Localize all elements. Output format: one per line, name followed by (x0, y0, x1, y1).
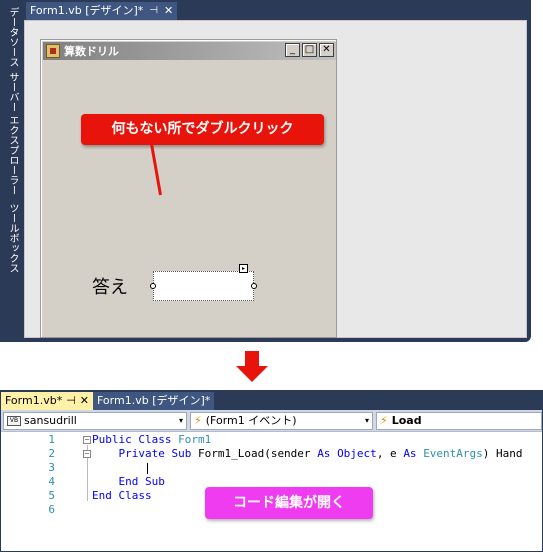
code-token: Form1_Load(sender (197, 447, 318, 460)
tab-form1-design[interactable]: Form1.vb [デザイン]* ⊣ ✕ (26, 2, 178, 20)
side-tab-toolbox[interactable]: ツールボックス (0, 198, 24, 278)
designer-tab-bar: Form1.vb [デザイン]* ⊣ ✕ (24, 0, 531, 20)
code-token: As (403, 447, 424, 460)
code-token: EventArgs (423, 447, 483, 460)
line-number: 2 (48, 447, 55, 460)
object-dropdown[interactable]: ⚡ (Form1 イベント) ▾ (190, 412, 373, 430)
pin-icon[interactable]: ⊣ (66, 392, 76, 410)
code-text: End Class (92, 489, 152, 503)
smart-tag-icon[interactable]: ▸ (239, 264, 248, 273)
code-nav-bar: VB sansudrill ▾ ⚡ (Form1 イベント) ▾ ⚡ Load (1, 410, 542, 432)
event-bolt-icon: ⚡ (380, 414, 388, 427)
side-tool-strip: データソース サーバー エクスプローラー ツールボックス (0, 0, 24, 342)
event-dropdown[interactable]: ⚡ Load (376, 412, 542, 430)
app-icon (46, 44, 60, 58)
code-token: Public Class (92, 433, 179, 446)
object-name: (Form1 イベント) (205, 414, 297, 427)
resize-handle-right[interactable] (251, 283, 257, 289)
form-titlebar[interactable]: 算数ドリル _ □ ✕ (43, 42, 336, 60)
code-token: , e (376, 447, 404, 460)
code-token: As (317, 447, 338, 460)
vb-icon: VB (7, 416, 21, 426)
chevron-down-icon: ▾ (178, 416, 183, 425)
tab-form1-code[interactable]: Form1.vb* ⊣ ✕ (1, 392, 94, 410)
event-name: Load (391, 414, 422, 427)
side-tab-server-explorer[interactable]: サーバー エクスプローラー (0, 72, 24, 196)
code-token: Form1 (178, 433, 212, 446)
code-line[interactable]: 1 − Public Class Form1 (1, 433, 542, 447)
line-number: 3 (48, 461, 55, 474)
callout-double-click: 何もない所でダブルクリック (81, 114, 324, 145)
code-line[interactable]: 3 (1, 461, 542, 475)
tab-form1-design[interactable]: Form1.vb [デザイン]* (93, 392, 215, 410)
maximize-button[interactable]: □ (302, 43, 317, 57)
tab-title: Form1.vb [デザイン]* (97, 394, 211, 407)
collapse-icon[interactable]: − (83, 436, 91, 444)
code-editor-window: Form1.vb* ⊣ ✕ Form1.vb [デザイン]* VB sansud… (0, 390, 543, 552)
line-number: 5 (48, 489, 55, 502)
code-text: Private Sub Form1_Load(sender As Object,… (92, 447, 523, 461)
code-token: End Class (92, 489, 152, 502)
answer-label: 答え (92, 277, 128, 298)
line-number: 1 (48, 433, 55, 446)
event-bolt-icon: ⚡ (194, 414, 202, 427)
minimize-button[interactable]: _ (285, 43, 300, 57)
close-icon[interactable]: ✕ (164, 2, 173, 20)
callout-code-opens: コード編集が開く (205, 487, 373, 519)
answer-textbox[interactable] (153, 271, 254, 301)
line-number: 4 (48, 475, 55, 488)
pin-icon[interactable]: ⊣ (149, 2, 158, 20)
code-line[interactable]: 2 − Private Sub Form1_Load(sender As Obje… (1, 447, 542, 461)
side-tab-datasource[interactable]: データソース (0, 4, 24, 70)
text-caret (147, 463, 148, 474)
chevron-down-icon: ▾ (364, 416, 369, 425)
close-icon[interactable]: ✕ (80, 392, 89, 410)
resize-handle-left[interactable] (150, 283, 156, 289)
project-name: sansudrill (24, 414, 77, 427)
line-number: 6 (48, 503, 55, 516)
code-text: Public Class Form1 (92, 433, 211, 447)
code-token: ) Hand (482, 447, 523, 460)
code-text: End Sub (92, 475, 165, 489)
close-button[interactable]: ✕ (319, 43, 334, 57)
window-buttons: _ □ ✕ (285, 43, 334, 57)
code-token: Private Sub (92, 447, 198, 460)
code-token: Object (337, 447, 377, 460)
code-token: End Sub (92, 475, 165, 488)
tab-title: Form1.vb* (5, 394, 63, 407)
project-dropdown[interactable]: VB sansudrill ▾ (3, 412, 187, 430)
form-title: 算数ドリル (64, 45, 119, 58)
editor-tab-bar: Form1.vb* ⊣ ✕ Form1.vb [デザイン]* (1, 391, 542, 410)
collapse-icon[interactable]: − (83, 450, 91, 458)
tab-title: Form1.vb [デザイン]* (30, 4, 144, 17)
